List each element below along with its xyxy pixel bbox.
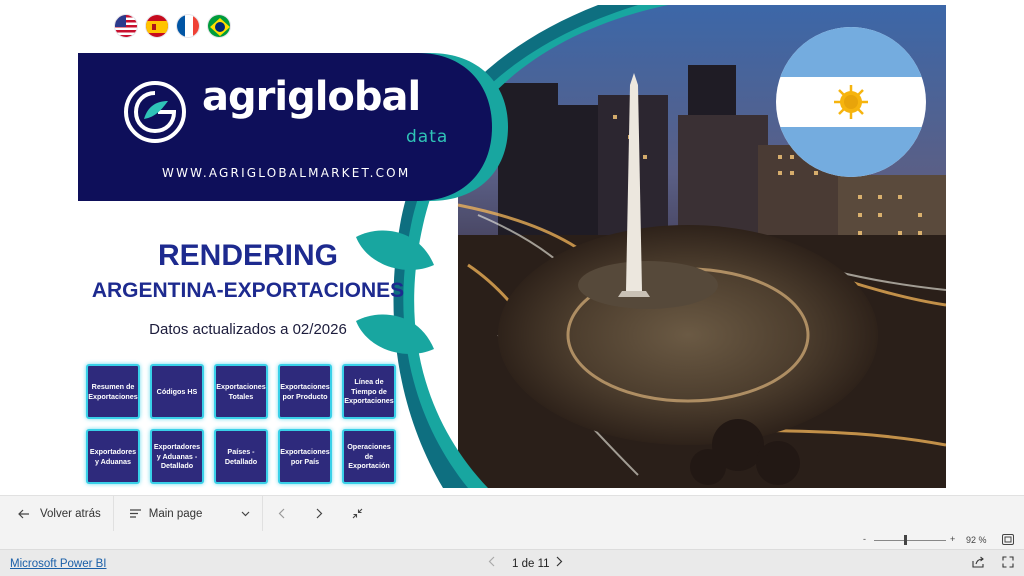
nav-exportaciones-por-producto-button[interactable]: Exportaciones por Producto — [278, 364, 332, 419]
language-selector — [114, 14, 231, 38]
nav-exportadores-aduanas-button[interactable]: Exportadores y Aduanas — [86, 429, 140, 484]
zoom-slider-track[interactable] — [874, 540, 946, 541]
report-canvas: agriglobal data WWW.AGRIGLOBALMARKET.COM — [78, 5, 946, 488]
nav-resumen-exportaciones-button[interactable]: Resumen de Exportaciones — [86, 364, 140, 419]
powerbi-link[interactable]: Microsoft Power BI — [10, 558, 107, 570]
nav-exportaciones-por-pais-button[interactable]: Exportaciones por País — [278, 429, 332, 484]
chevron-right-icon[interactable] — [556, 556, 563, 567]
collapse-button[interactable] — [339, 496, 377, 531]
spain-flag-icon[interactable] — [145, 14, 169, 38]
chevron-left-icon — [278, 508, 285, 519]
report-toolbar: Volver atrás Main page — [0, 495, 1024, 532]
report-title: RENDERING — [157, 239, 338, 272]
nav-linea-de-tiempo-button[interactable]: Línea de Tiempo de Exportaciones — [342, 364, 396, 419]
share-icon[interactable] — [972, 556, 985, 568]
back-button-label: Volver atrás — [40, 507, 101, 520]
fullscreen-icon[interactable] — [1002, 556, 1014, 568]
zoom-slider-thumb[interactable] — [904, 535, 907, 545]
nav-exportaciones-totales-button[interactable]: Exportaciones Totales — [214, 364, 268, 419]
page-navigation-grid: Resumen de Exportaciones Códigos HS Expo… — [86, 364, 396, 484]
collapse-icon — [352, 508, 363, 519]
zoom-bar: - + 92 % — [0, 531, 1024, 549]
page-selector-label: Main page — [148, 507, 203, 520]
nav-codigos-hs-button[interactable]: Códigos HS — [150, 364, 204, 419]
next-page-button[interactable] — [301, 496, 339, 531]
fit-to-page-icon[interactable] — [1002, 534, 1014, 545]
status-bar: Microsoft Power BI 1 de 11 — [0, 549, 1024, 576]
website-url[interactable]: WWW.AGRIGLOBALMARKET.COM — [162, 166, 410, 180]
chevron-left-icon[interactable] — [488, 556, 495, 567]
back-button[interactable]: Volver atrás — [0, 496, 113, 531]
usa-flag-icon[interactable] — [114, 14, 138, 38]
arrow-left-icon — [18, 509, 29, 518]
page-indicator: 1 de 11 — [512, 558, 550, 570]
agriglobal-logo-icon — [124, 81, 186, 143]
brazil-flag-icon[interactable] — [207, 14, 231, 38]
logo-brand: agriglobal — [202, 74, 421, 120]
zoom-level: 92 % — [966, 535, 987, 545]
previous-page-button[interactable] — [263, 496, 301, 531]
data-update-date: Datos actualizados a 02/2026 — [149, 321, 347, 338]
page-selector-dropdown[interactable]: Main page — [114, 496, 262, 531]
logo-sub: data — [406, 127, 449, 147]
report-subtitle-country: ARGENTINA-EXPORTACIONES — [91, 279, 405, 302]
nav-paises-detallado-button[interactable]: Países - Detallado — [214, 429, 268, 484]
chevron-right-icon — [316, 508, 323, 519]
france-flag-icon[interactable] — [176, 14, 200, 38]
zoom-in-button[interactable]: + — [950, 534, 955, 544]
argentina-flag-icon — [776, 27, 926, 177]
zoom-out-button[interactable]: - — [863, 534, 866, 544]
nav-exportadores-aduanas-detallado-button[interactable]: Exportadores y Aduanas - Detallado — [150, 429, 204, 484]
chevron-down-icon — [241, 511, 250, 516]
list-icon — [129, 509, 141, 518]
nav-operaciones-exportacion-button[interactable]: Operaciones de Exportación — [342, 429, 396, 484]
